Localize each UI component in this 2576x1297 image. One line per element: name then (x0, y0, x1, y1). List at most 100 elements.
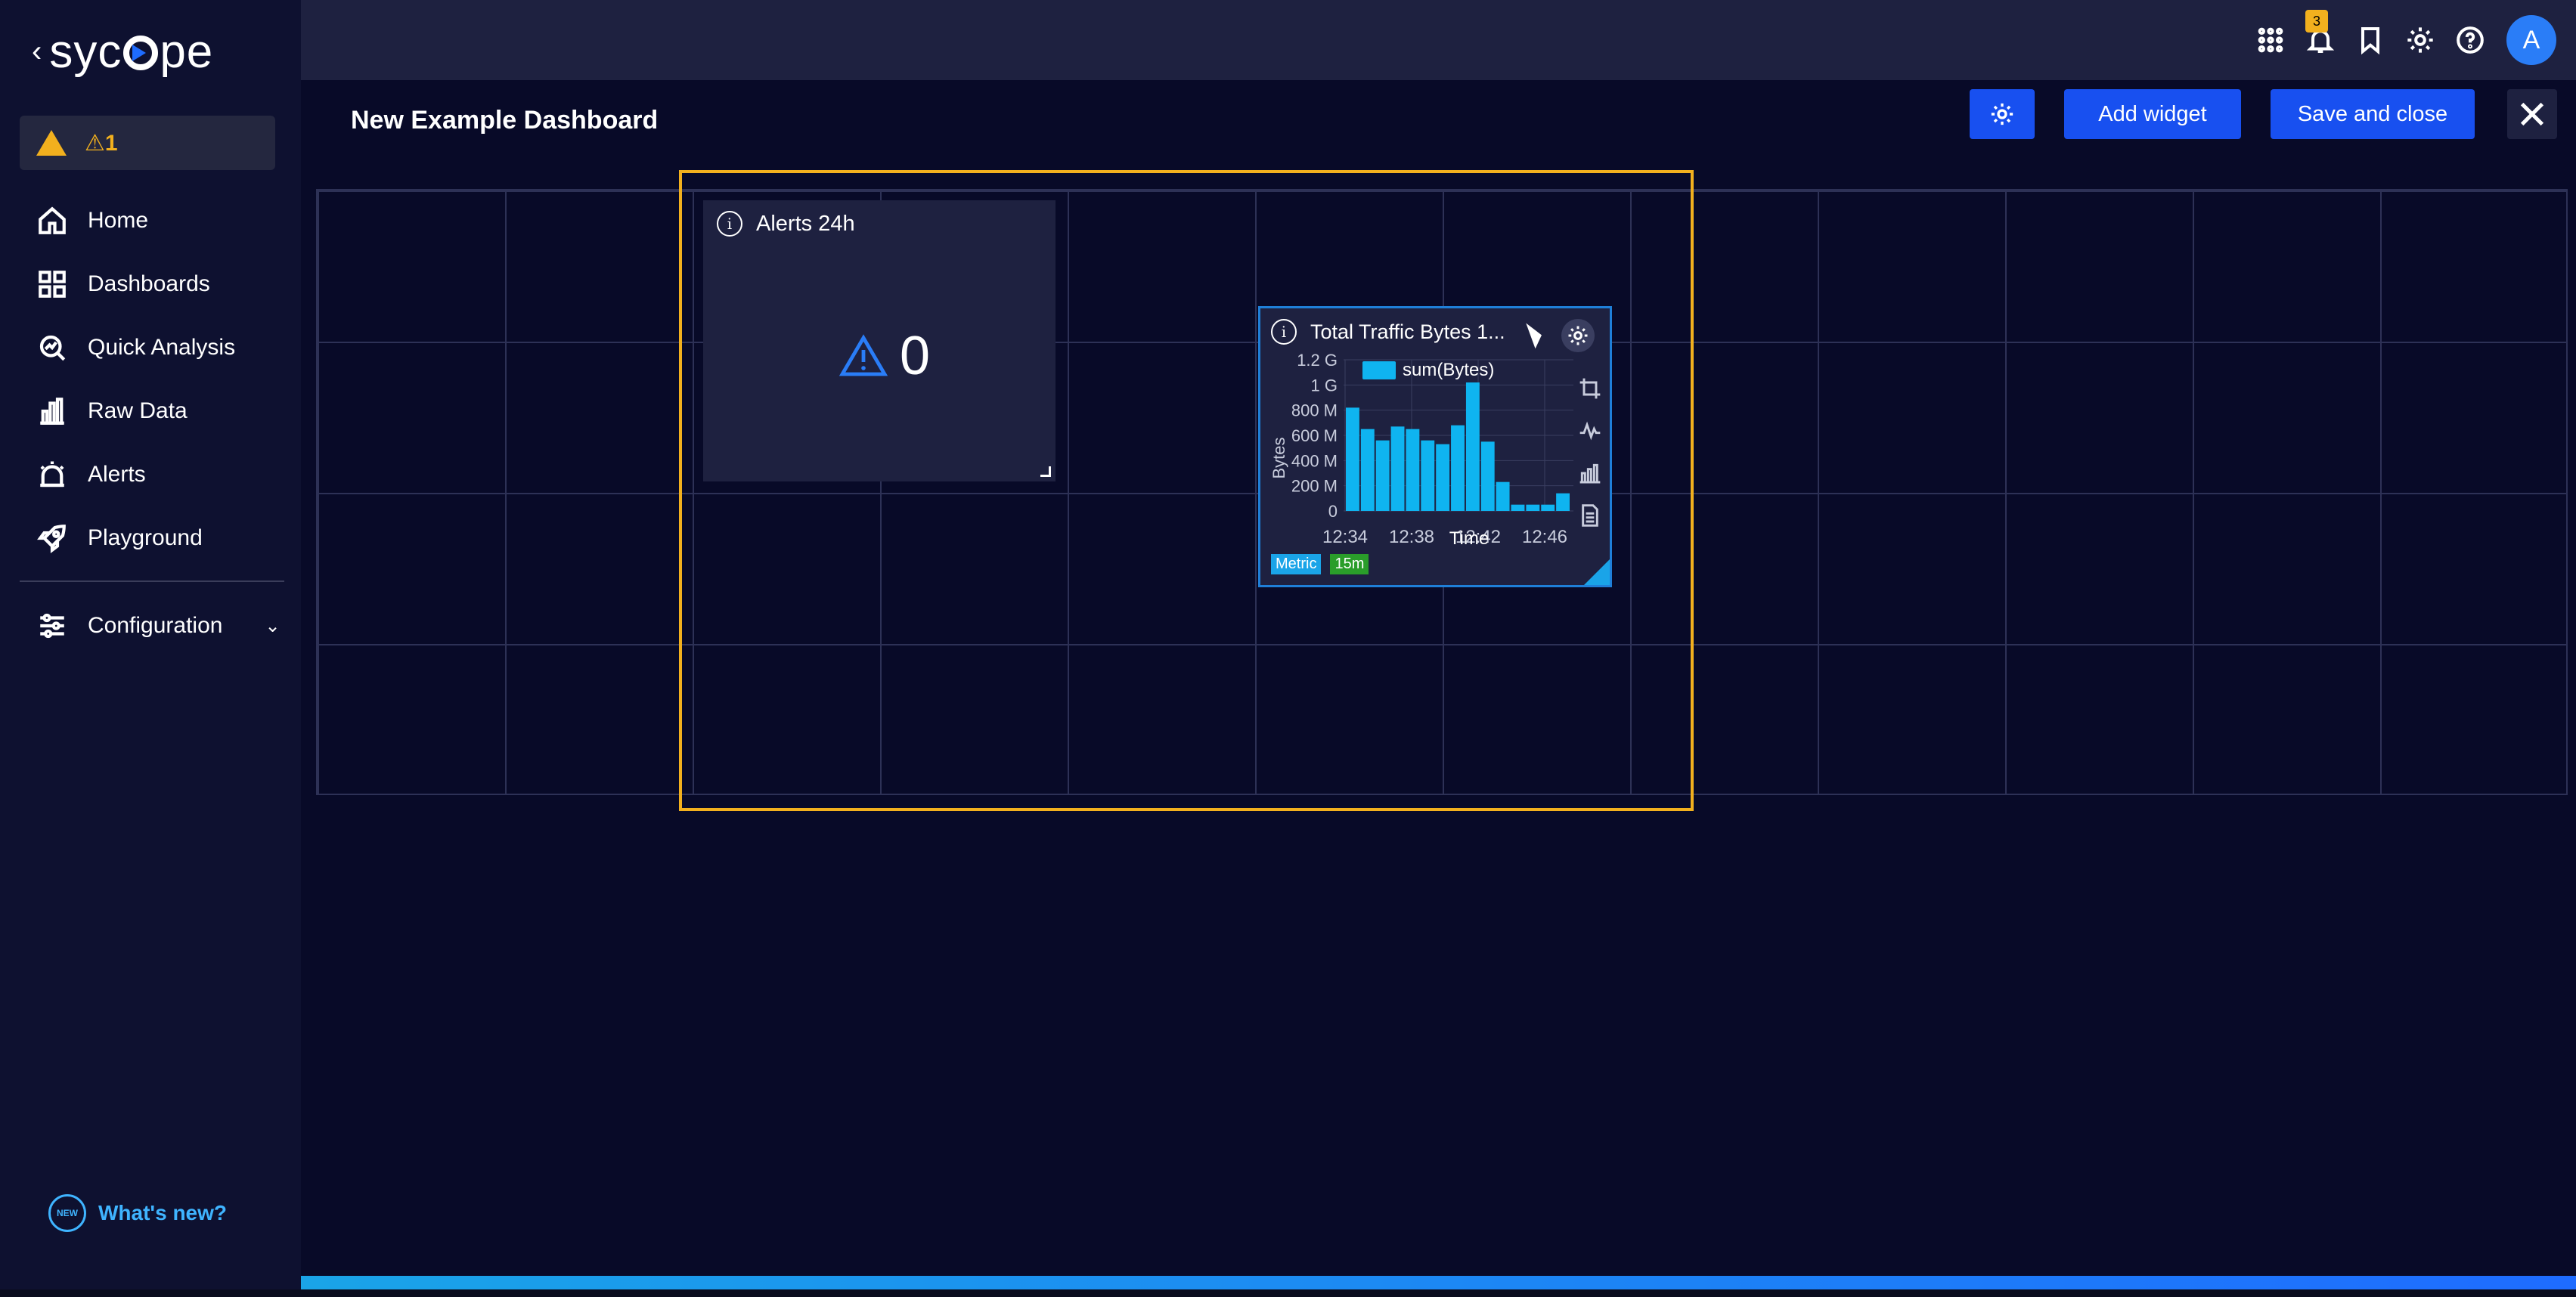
chart-bar[interactable] (1511, 504, 1525, 511)
y-tick-label: 800 M (1291, 401, 1338, 420)
alerts-count: 0 (900, 326, 931, 386)
chart-bar[interactable] (1541, 504, 1555, 511)
sidebar-item-label: Playground (88, 525, 203, 550)
close-button[interactable] (2507, 89, 2557, 139)
legend-label: sum(Bytes) (1403, 360, 1494, 380)
chart-bar[interactable] (1451, 425, 1465, 511)
sidebar-item-alerts[interactable]: Alerts (0, 443, 301, 506)
quick-analysis-icon (36, 332, 68, 364)
topbar: 3 A (301, 0, 2576, 80)
widget-header: i Total Traffic Bytes 1... (1260, 308, 1610, 355)
resize-handle[interactable] (1584, 559, 1610, 585)
chart-bar[interactable] (1390, 426, 1405, 511)
y-tick-label: 400 M (1291, 451, 1338, 470)
app-root: ‹ syc pe ⚠1 Home Dashboards Quick Analys… (0, 0, 2576, 1297)
widget-header: i Alerts 24h (703, 200, 1056, 247)
x-axis-label: Time (1449, 528, 1489, 549)
x-tick-label: 12:38 (1389, 527, 1434, 547)
bookmark-icon[interactable] (2352, 22, 2388, 58)
chart-bar[interactable] (1436, 444, 1450, 511)
logo: syc pe (49, 25, 214, 78)
avatar[interactable]: A (2506, 15, 2556, 65)
raw-data-icon (36, 395, 68, 427)
traffic-widget[interactable]: i Total Traffic Bytes 1... 0 200 M 400 M 60… (1258, 306, 1612, 587)
bell-icon[interactable]: 3 (2302, 10, 2339, 58)
chart-bar[interactable] (1346, 407, 1359, 511)
line-chart-icon[interactable] (1578, 419, 1602, 443)
chevron-down-icon[interactable]: ⌄ (265, 615, 280, 637)
info-icon[interactable]: i (1271, 319, 1297, 345)
logo-o-icon (123, 35, 159, 70)
save-and-close-button[interactable]: Save and close (2271, 89, 2475, 139)
chart-bar[interactable] (1375, 440, 1390, 511)
sidebar-item-label: Dashboards (88, 271, 210, 296)
sidebar-item-configuration[interactable]: Configuration ⌄ (0, 594, 301, 658)
add-widget-button[interactable]: Add widget (2064, 89, 2241, 139)
new-badge-icon: NEW (48, 1194, 86, 1232)
crop-icon[interactable] (1578, 376, 1602, 401)
sidebar-item-label: Home (88, 208, 149, 233)
info-icon[interactable]: i (717, 211, 742, 237)
widget-title: Alerts 24h (756, 211, 855, 236)
topbar-icons: 3 A (2252, 10, 2556, 65)
document-icon[interactable] (1578, 503, 1602, 528)
traffic-bar-chart: 0 200 M 400 M 600 M 800 M 1 G 1.2 G 12:34 12:38… (1269, 352, 1573, 549)
sidebar-item-raw-data[interactable]: Raw Data (0, 379, 301, 443)
whats-new-label: What's new? (98, 1201, 227, 1224)
chart-bar[interactable] (1556, 493, 1570, 511)
widget-title: Total Traffic Bytes 1... (1310, 320, 1505, 343)
sidebar-item-label: Raw Data (88, 398, 188, 423)
x-tick-label: 12:46 (1522, 527, 1567, 547)
alert-count: ⚠1 (85, 130, 118, 156)
home-icon (36, 205, 68, 237)
gear-icon (1991, 103, 2013, 125)
y-axis-label: Bytes (1269, 437, 1288, 478)
timerange-tag: 15m (1330, 554, 1369, 574)
chart-bar[interactable] (1465, 382, 1480, 511)
sidebar-divider (20, 580, 284, 582)
whats-new-link[interactable]: NEW What's new? (48, 1194, 227, 1232)
sidebar: ‹ syc pe ⚠1 Home Dashboards Quick Analys… (0, 0, 301, 1297)
help-icon[interactable] (2452, 22, 2488, 58)
rocket-icon (36, 522, 68, 554)
warning-icon (839, 334, 888, 376)
close-icon (2520, 102, 2544, 126)
y-tick-label: 1 G (1311, 376, 1338, 395)
sidebar-item-label: Quick Analysis (88, 335, 236, 360)
chart-bar[interactable] (1480, 441, 1495, 511)
configuration-row[interactable]: Configuration ⌄ (0, 594, 301, 658)
legend-swatch (1362, 361, 1396, 379)
sidebar-item-home[interactable]: Home (0, 189, 301, 252)
sidebar-item-dashboards[interactable]: Dashboards (0, 252, 301, 316)
alerts-widget[interactable]: i Alerts 24h 0 (703, 200, 1056, 481)
sidebar-item-quick-analysis[interactable]: Quick Analysis (0, 316, 301, 379)
chart-bar[interactable] (1421, 440, 1435, 511)
page-title: New Example Dashboard (351, 106, 659, 135)
alert-summary-pill[interactable]: ⚠1 (20, 116, 275, 170)
logo-row[interactable]: ‹ syc pe (32, 21, 213, 82)
alerts-value: 0 (839, 325, 930, 387)
sliders-icon (36, 610, 68, 642)
sidebar-item-label: Configuration (88, 613, 223, 638)
apps-grid-icon[interactable] (2252, 22, 2289, 58)
bar-chart-icon[interactable] (1578, 461, 1602, 485)
chart-bar[interactable] (1526, 504, 1540, 511)
chart-bar[interactable] (1406, 429, 1420, 511)
loading-progress-bar (301, 1276, 2576, 1289)
dashboards-icon (36, 268, 68, 300)
chevron-left-icon[interactable]: ‹ (32, 35, 42, 69)
x-tick-label: 12:34 (1322, 527, 1368, 547)
sidebar-item-playground[interactable]: Playground (0, 506, 301, 570)
widget-settings-button[interactable] (1561, 319, 1595, 352)
gear-icon[interactable] (2402, 22, 2438, 58)
y-tick-label: 600 M (1291, 426, 1338, 445)
chart-bar[interactable] (1496, 481, 1510, 511)
sidebar-item-label: Alerts (88, 462, 146, 487)
metric-tag: Metric (1271, 554, 1322, 574)
chart-toolbar (1578, 376, 1602, 528)
warning-icon (36, 130, 67, 156)
chart-bar[interactable] (1360, 429, 1375, 511)
dashboard-settings-button[interactable] (1970, 89, 2035, 139)
resize-handle[interactable] (1040, 466, 1051, 477)
y-tick-label: 0 (1328, 502, 1338, 521)
